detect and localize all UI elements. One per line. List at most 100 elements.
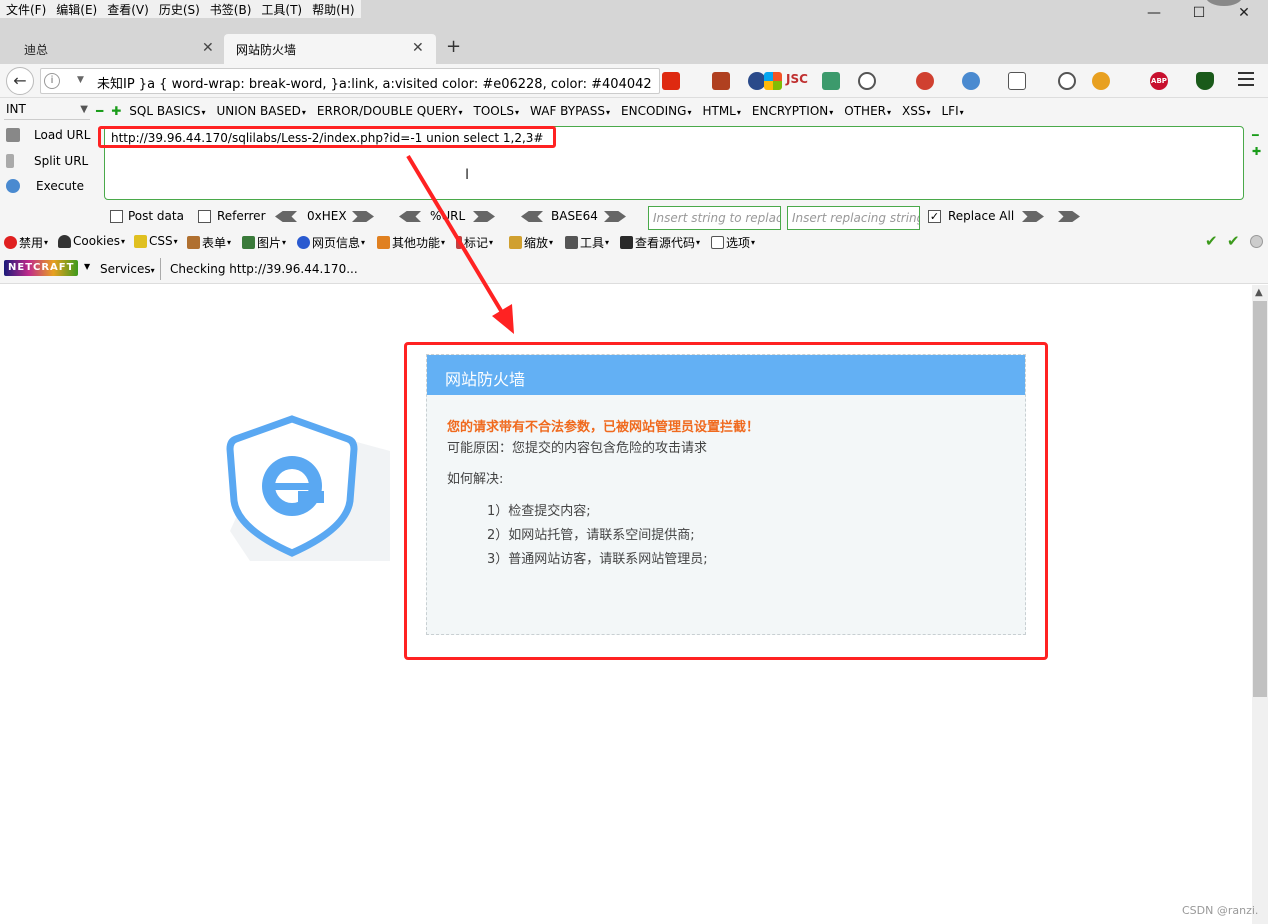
load-url-button[interactable]: Load URL bbox=[6, 128, 90, 142]
encode-url-icon[interactable] bbox=[473, 211, 495, 222]
menu-icon[interactable] bbox=[1238, 72, 1254, 86]
extension-icon[interactable] bbox=[822, 72, 840, 90]
check-icon[interactable]: ✔ bbox=[1205, 232, 1218, 250]
page-info-menu[interactable]: 网页信息 ▾ bbox=[297, 234, 365, 251]
resize-menu[interactable]: 缩放 ▾ bbox=[509, 234, 553, 251]
tab-inactive[interactable]: 迪总 ✕ bbox=[12, 34, 222, 64]
services-menu[interactable]: Services bbox=[100, 262, 155, 276]
globe-icon[interactable] bbox=[962, 72, 980, 90]
tab-active[interactable]: 网站防火墙 ✕ bbox=[224, 34, 436, 64]
encode-hex-icon[interactable] bbox=[352, 211, 374, 222]
type-select-value: INT bbox=[6, 102, 26, 116]
disable-menu[interactable]: 禁用 ▾ bbox=[4, 234, 48, 251]
windows-icon[interactable] bbox=[764, 72, 782, 90]
close-window-button[interactable]: ✕ bbox=[1234, 4, 1254, 22]
adblock-icon[interactable]: ABP bbox=[1150, 72, 1168, 90]
menu-tools[interactable]: 工具(T) bbox=[257, 0, 308, 18]
type-select[interactable]: INT ▼ bbox=[4, 102, 90, 120]
close-tab-icon[interactable]: ✕ bbox=[202, 40, 214, 56]
minus-icon[interactable]: ━ bbox=[1252, 128, 1261, 144]
split-url-button[interactable]: Split URL bbox=[6, 154, 88, 168]
scroll-up-icon[interactable]: ▲ bbox=[1255, 287, 1263, 298]
address-bar[interactable]: i ▼ 未知IP }a { word-wrap: break-word, }a:… bbox=[40, 68, 660, 94]
info-icon bbox=[297, 236, 310, 249]
post-data-checkbox[interactable] bbox=[110, 210, 123, 223]
decode-url-icon[interactable] bbox=[399, 211, 421, 222]
images-menu[interactable]: 图片 ▾ bbox=[242, 234, 286, 251]
extension-icon[interactable] bbox=[916, 72, 934, 90]
netcraft-toolbar: NETCRAFT ▼ Services Checking http://39.9… bbox=[0, 254, 1268, 284]
menu-xss[interactable]: XSS bbox=[902, 104, 930, 118]
menu-view[interactable]: 查看(V) bbox=[103, 0, 155, 18]
wrench-icon bbox=[565, 236, 578, 249]
menu-help[interactable]: 帮助(H) bbox=[308, 0, 360, 18]
search-icon[interactable] bbox=[1058, 72, 1076, 90]
menu-file[interactable]: 文件(F) bbox=[2, 0, 52, 18]
list-item: 1）检查提交内容; bbox=[487, 504, 591, 519]
encode-base64-icon[interactable] bbox=[604, 211, 626, 222]
scroll-thumb[interactable] bbox=[1253, 301, 1267, 697]
back-button[interactable]: ← bbox=[6, 67, 34, 95]
menu-error-double-query[interactable]: ERROR/DOUBLE QUERY bbox=[317, 104, 463, 118]
new-tab-button[interactable]: + bbox=[446, 36, 461, 57]
monkey-icon[interactable] bbox=[1092, 72, 1110, 90]
plus-icon[interactable]: ✚ bbox=[111, 104, 121, 118]
menu-other[interactable]: OTHER bbox=[844, 104, 891, 118]
menu-encryption[interactable]: ENCRYPTION bbox=[752, 104, 833, 118]
dropdown-icon[interactable]: ▼ bbox=[77, 75, 84, 85]
url-encode-label: %URL bbox=[430, 209, 466, 223]
replace-apply-icon[interactable] bbox=[1022, 211, 1044, 222]
menu-union-based[interactable]: UNION BASED bbox=[216, 104, 305, 118]
check-icon[interactable]: ✔ bbox=[1227, 232, 1240, 250]
extension-icon[interactable] bbox=[712, 72, 730, 90]
netcraft-dropdown-icon[interactable]: ▼ bbox=[84, 262, 90, 271]
jsc-icon[interactable]: JSC bbox=[786, 72, 810, 90]
url-textarea[interactable]: http://39.96.44.170/sqlilabs/Less-2/inde… bbox=[104, 126, 1244, 200]
cookies-menu[interactable]: Cookies ▾ bbox=[58, 234, 125, 248]
maximize-button[interactable]: ☐ bbox=[1189, 4, 1209, 22]
hackbar-panel: INT ▼ ━ ✚ SQL BASICS UNION BASED ERROR/D… bbox=[0, 98, 1268, 230]
firewall-reason: 可能原因：您提交的内容包含危险的攻击请求 bbox=[447, 441, 708, 456]
shield-icon[interactable] bbox=[1196, 72, 1214, 90]
vertical-scrollbar[interactable]: ▲ bbox=[1252, 285, 1268, 924]
base64-label: BASE64 bbox=[551, 209, 598, 223]
referrer-checkbox[interactable] bbox=[198, 210, 211, 223]
replace-string-input[interactable]: Insert string to replace bbox=[648, 206, 781, 230]
tools-menu[interactable]: 工具 ▾ bbox=[565, 234, 609, 251]
minus-icon[interactable]: ━ bbox=[96, 104, 103, 118]
replace-all-checkbox[interactable]: ✓ bbox=[928, 210, 941, 223]
info-icon[interactable]: i bbox=[44, 73, 60, 89]
address-text: 未知IP }a { word-wrap: break-word, }a:link… bbox=[97, 77, 652, 92]
plus-icon[interactable]: ✚ bbox=[1252, 144, 1261, 160]
menu-html[interactable]: HTML bbox=[702, 104, 740, 118]
decode-hex-icon[interactable] bbox=[275, 211, 297, 222]
menu-history[interactable]: 历史(S) bbox=[155, 0, 206, 18]
replacing-string-input[interactable]: Insert replacing string bbox=[787, 206, 920, 230]
resize-label: 缩放 bbox=[524, 236, 549, 250]
netcraft-logo[interactable]: NETCRAFT bbox=[4, 260, 78, 276]
decode-base64-icon[interactable] bbox=[521, 211, 543, 222]
outline-menu[interactable]: 标记 ▾ bbox=[456, 234, 493, 251]
netcraft-status: Checking http://39.96.44.170... bbox=[170, 262, 358, 276]
css-label: CSS bbox=[149, 234, 173, 248]
minimize-button[interactable]: — bbox=[1144, 4, 1164, 22]
menu-bookmarks[interactable]: 书签(B) bbox=[206, 0, 258, 18]
menu-tools[interactable]: TOOLS bbox=[474, 104, 520, 118]
menu-sql-basics[interactable]: SQL BASICS bbox=[129, 104, 205, 118]
menu-encoding[interactable]: ENCODING bbox=[621, 104, 691, 118]
page-icon[interactable] bbox=[1008, 72, 1026, 90]
menu-lfi[interactable]: LFI bbox=[942, 104, 964, 118]
options-menu[interactable]: 选项 ▾ bbox=[711, 234, 755, 251]
forms-menu[interactable]: 表单 ▾ bbox=[187, 234, 231, 251]
menu-waf-bypass[interactable]: WAF BYPASS bbox=[530, 104, 610, 118]
misc-menu[interactable]: 其他功能 ▾ bbox=[377, 234, 445, 251]
replace-next-icon[interactable] bbox=[1058, 211, 1080, 222]
palette-icon[interactable] bbox=[858, 72, 876, 90]
view-source-menu[interactable]: 查看源代码 ▾ bbox=[620, 234, 700, 251]
status-circle-icon[interactable] bbox=[1250, 235, 1263, 248]
load-url-label: Load URL bbox=[34, 128, 91, 142]
close-tab-icon[interactable]: ✕ bbox=[412, 40, 424, 56]
execute-button[interactable]: Execute bbox=[6, 179, 84, 193]
menu-edit[interactable]: 编辑(E) bbox=[52, 0, 103, 18]
css-menu[interactable]: CSS ▾ bbox=[134, 234, 178, 248]
